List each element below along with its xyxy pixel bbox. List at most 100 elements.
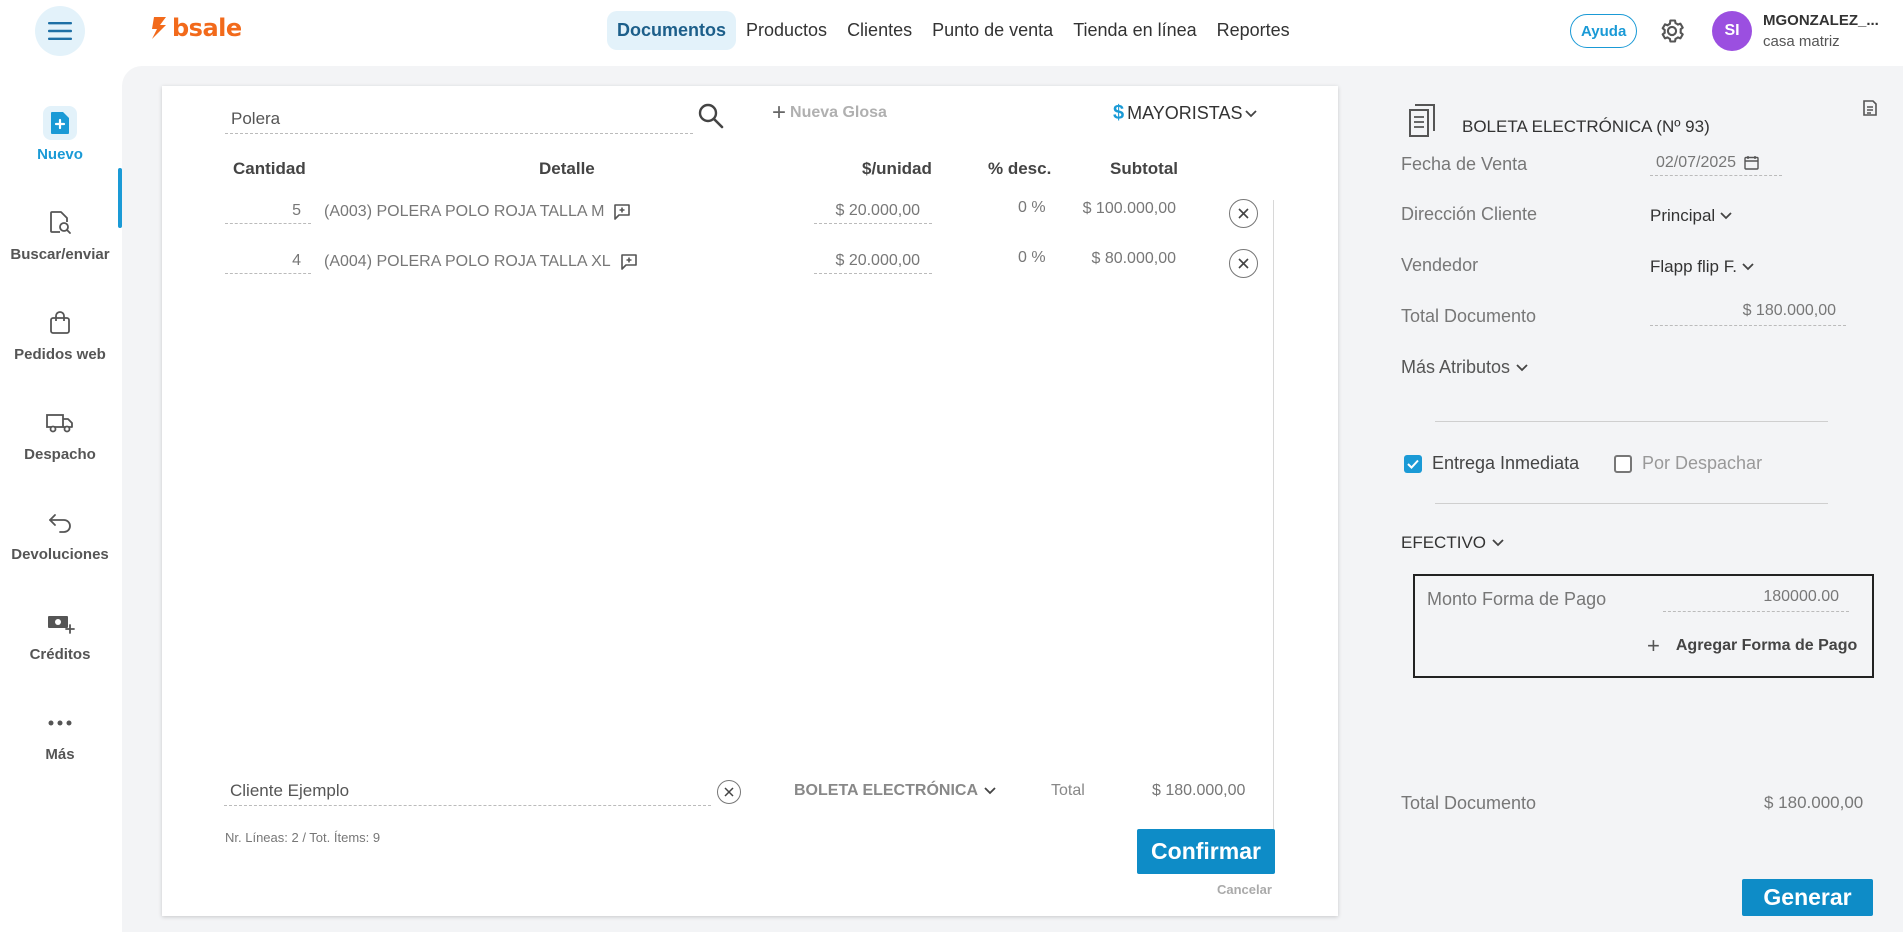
nav-clientes[interactable]: Clientes [837,11,922,50]
close-icon [724,787,734,797]
column-header-detalle: Detalle [539,159,595,178]
nav-reportes[interactable]: Reportes [1207,11,1300,50]
remove-row-button[interactable] [1229,199,1258,228]
vendedor-dropdown[interactable]: Flapp flip F. [1650,257,1754,277]
sidebar-item-nuevo[interactable]: Nuevo [0,106,120,163]
sidebar-item-label: Nuevo [37,146,83,163]
user-name[interactable]: MGONZALEZ_... [1763,12,1879,29]
fecha-venta-label: Fecha de Venta [1401,154,1528,174]
add-payment-method-button[interactable]: + Agregar Forma de Pago [1647,633,1857,659]
direccion-cliente-dropdown[interactable]: Principal [1650,206,1732,226]
chevron-down-icon [1720,212,1732,220]
help-button[interactable]: Ayuda [1570,14,1638,48]
nav-tienda-en-linea[interactable]: Tienda en línea [1063,11,1206,50]
row-quantity[interactable]: 4 [225,248,311,274]
price-list-dropdown[interactable]: $ MAYORISTAS [1113,102,1258,125]
sidebar-item-label: Buscar/enviar [10,246,110,263]
hamburger-menu-button[interactable] [35,6,85,56]
checkbox-checked-icon [1404,454,1422,473]
chevron-down-icon [1742,263,1754,271]
column-header-cantidad: Cantidad [233,159,306,178]
product-search-input[interactable] [225,104,693,134]
monto-forma-pago-label: Monto Forma de Pago [1427,589,1607,609]
mas-atributos-toggle[interactable]: Más Atributos [1401,357,1528,378]
price-list-label: MAYORISTAS [1127,103,1243,123]
direccion-cliente-value: Principal [1650,206,1716,225]
money-plus-icon [43,606,77,640]
generate-button[interactable]: Generar [1742,879,1873,916]
sidebar-item-creditos[interactable]: Créditos [0,606,120,663]
column-header-subtotal: Subtotal [1110,159,1178,178]
column-header-unidad: $/unidad [862,159,932,178]
avatar[interactable]: SI [1712,11,1752,51]
shopping-bag-icon [43,306,77,340]
calendar-icon [1744,156,1759,170]
payment-method-label: EFECTIVO [1401,533,1487,552]
remove-row-button[interactable] [1229,249,1258,278]
row-unit-price[interactable]: $ 20.000,00 [814,248,932,274]
logo-text: bsale [172,14,242,42]
top-bar: bsale Documentos Productos Clientes Punt… [0,0,1903,62]
clear-client-button[interactable] [717,780,741,804]
nav-productos[interactable]: Productos [736,11,837,50]
new-document-icon [43,106,77,140]
document-icon [1409,104,1435,137]
sidebar-item-devoluciones[interactable]: Devoluciones [0,506,120,563]
row-quantity[interactable]: 5 [225,198,311,224]
return-arrow-icon [43,506,77,540]
close-icon [1238,258,1249,269]
monto-forma-pago-input[interactable]: 180000.00 [1663,588,1849,612]
cancel-link[interactable]: Cancelar [1217,882,1272,897]
sidebar-item-label: Créditos [29,646,91,663]
sidebar-item-label: Más [45,746,75,763]
por-despachar-checkbox[interactable]: Por Despachar [1614,453,1762,474]
bsale-logo-icon [152,17,166,39]
sidebar-item-label: Devoluciones [11,546,109,563]
sidebar: Nuevo Buscar/enviar Pedidos web Despacho… [0,62,122,932]
bsale-logo[interactable]: bsale [150,14,242,42]
row-subtotal: $ 100.000,00 [1082,200,1176,217]
add-payment-label: Agregar Forma de Pago [1675,637,1858,654]
row-detail: (A003) POLERA POLO ROJA TALLA M [324,203,631,221]
add-comment-icon[interactable] [620,254,638,270]
nueva-glosa-button[interactable]: + Nueva Glosa [772,101,887,125]
sidebar-item-pedidos-web[interactable]: Pedidos web [0,306,120,363]
confirm-button[interactable]: Confirmar [1137,829,1275,874]
search-document-icon [43,206,77,240]
fecha-venta-value: 02/07/2025 [1656,153,1737,171]
sidebar-item-buscar-enviar[interactable]: Buscar/enviar [0,206,120,263]
vendedor-label: Vendedor [1401,255,1479,275]
add-comment-icon[interactable] [613,204,631,220]
document-type-dropdown[interactable]: BOLETA ELECTRÓNICA [794,782,996,800]
sidebar-item-despacho[interactable]: Despacho [0,406,120,463]
lines-items-info: Nr. Líneas: 2 / Tot. Ítems: 9 [225,830,381,845]
por-despachar-label: Por Despachar [1642,453,1763,473]
entrega-inmediata-checkbox[interactable]: Entrega Inmediata [1404,453,1579,474]
vendedor-value: Flapp flip F. [1650,257,1737,276]
total-value: $ 180.000,00 [1152,782,1246,799]
row-unit-price[interactable]: $ 20.000,00 [814,198,932,224]
document-settings-icon[interactable] [1860,98,1880,118]
nav-documentos[interactable]: Documentos [607,11,737,50]
user-branch: casa matriz [1763,33,1840,50]
gear-icon[interactable] [1658,17,1686,45]
total-documento-field: $ 180.000,00 [1650,302,1846,326]
fecha-venta-field[interactable]: 02/07/2025 [1650,150,1782,176]
document-title: BOLETA ELECTRÓNICA (Nº 93) [1462,117,1710,136]
total-documento-label: Total Documento [1401,306,1537,326]
nueva-glosa-label: Nueva Glosa [790,104,887,121]
payment-method-dropdown[interactable]: EFECTIVO [1401,533,1504,553]
chevron-down-icon [1492,539,1504,547]
client-input[interactable] [224,776,711,806]
more-dots-icon [43,706,77,740]
sidebar-item-mas[interactable]: Más [0,706,120,763]
sidebar-item-label: Despacho [24,446,96,463]
search-icon[interactable] [697,102,725,130]
bottom-total-value: $ 180.000,00 [1764,793,1864,812]
divider [1435,421,1828,422]
chevron-down-icon [984,787,996,795]
dollar-icon: $ [1113,102,1125,124]
mas-atributos-label: Más Atributos [1401,357,1511,377]
chevron-down-icon [1245,109,1258,117]
nav-punto-de-venta[interactable]: Punto de venta [922,11,1063,50]
